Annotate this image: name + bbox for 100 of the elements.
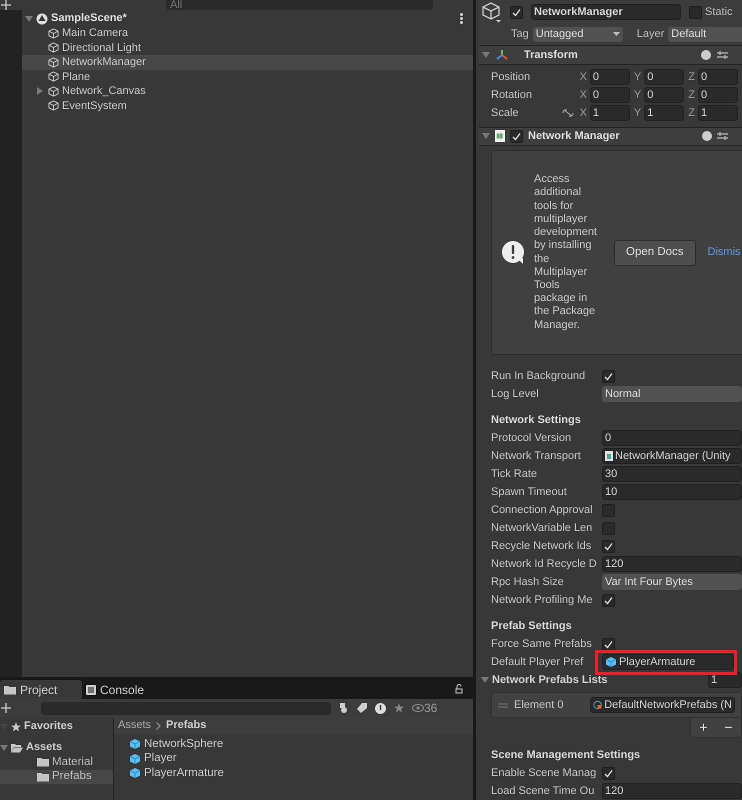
checkbox[interactable] xyxy=(602,594,615,606)
field-label: Rotation xyxy=(491,88,533,103)
scene-icon xyxy=(36,12,48,24)
asset-item[interactable]: PlayerArmature xyxy=(129,766,473,780)
component-header[interactable]: Transform xyxy=(479,46,742,65)
cube-icon xyxy=(48,100,59,112)
checkbox[interactable] xyxy=(510,130,523,143)
hierarchy-item[interactable]: Directional Light xyxy=(22,40,473,55)
foldout-arrow[interactable] xyxy=(481,676,489,684)
dropdown[interactable]: Normal xyxy=(602,386,742,402)
number-field[interactable]: 0 xyxy=(644,68,684,85)
filter-type-icon[interactable] xyxy=(339,703,349,713)
link-icon[interactable] xyxy=(562,108,574,117)
presets-icon[interactable] xyxy=(717,131,728,142)
cube-icon xyxy=(129,752,141,765)
console-icon xyxy=(86,684,96,694)
object-field[interactable]: NetworkManager (Unity xyxy=(602,448,742,464)
script-icon xyxy=(495,130,505,142)
hierarchy-item[interactable]: EventSystem xyxy=(22,98,473,113)
axis-label: Z xyxy=(688,88,695,103)
section-heading: Network Settings xyxy=(491,412,581,428)
folder-icon xyxy=(37,757,49,768)
hierarchy-item[interactable]: Main Camera xyxy=(22,26,473,40)
number-field[interactable]: 0 xyxy=(602,430,742,446)
star-icon xyxy=(11,722,21,732)
add-button[interactable]: + xyxy=(699,717,708,738)
tree-item[interactable]: Material xyxy=(0,755,113,770)
panel-tab[interactable]: Project xyxy=(0,680,82,699)
object-field[interactable]: DefaultNetworkPrefabs (N xyxy=(590,697,735,713)
section-heading: Prefab Settings xyxy=(491,618,572,634)
number-field[interactable]: 1 xyxy=(644,104,684,121)
layer-label: Layer xyxy=(636,26,664,42)
expand-arrow[interactable] xyxy=(25,14,33,22)
cube-icon xyxy=(605,656,617,668)
number-field[interactable]: 30 xyxy=(602,466,742,482)
hierarchy-item[interactable]: NetworkManager xyxy=(22,55,473,70)
asset-item[interactable]: Player xyxy=(129,752,473,766)
foldout-arrow[interactable] xyxy=(482,132,490,140)
number-field[interactable]: 0 xyxy=(644,86,684,103)
checkbox[interactable] xyxy=(602,522,615,534)
tree-item[interactable]: Assets xyxy=(0,740,113,755)
add-icon[interactable] xyxy=(1,0,11,10)
number-field[interactable]: 120 xyxy=(602,783,742,799)
checkbox[interactable] xyxy=(602,540,615,552)
checkbox[interactable] xyxy=(602,638,615,650)
remove-button[interactable]: − xyxy=(724,717,733,738)
tree-item[interactable]: Favorites xyxy=(0,719,113,734)
lock-icon[interactable] xyxy=(455,684,463,694)
number-field[interactable]: 0 xyxy=(590,86,630,103)
drag-handle-icon[interactable] xyxy=(498,702,508,708)
name-field[interactable]: NetworkManager xyxy=(531,4,681,20)
tree-item[interactable]: Prefabs xyxy=(0,770,113,784)
number-field[interactable]: 1 xyxy=(590,104,630,121)
cube-icon xyxy=(129,738,141,750)
breadcrumb[interactable]: Assets xyxy=(118,717,152,734)
checkbox[interactable] xyxy=(602,370,615,382)
axis-label: Y xyxy=(634,70,642,85)
component-header[interactable]: Network Manager xyxy=(479,126,742,146)
star-icon[interactable] xyxy=(394,703,404,713)
field-label: Default Player Pref xyxy=(491,654,584,670)
number-field[interactable]: 1 xyxy=(698,104,738,121)
dismiss-link[interactable]: Dismis xyxy=(708,244,741,261)
number-field[interactable]: 0 xyxy=(698,68,738,85)
tag-dropdown[interactable]: Untagged xyxy=(532,26,623,42)
cube-icon xyxy=(48,86,59,97)
checkbox[interactable] xyxy=(510,6,523,18)
breadcrumb[interactable]: Prefabs xyxy=(166,717,206,734)
axes-icon xyxy=(496,49,508,60)
foldout-arrow[interactable] xyxy=(482,50,490,59)
presets-icon[interactable] xyxy=(717,50,728,60)
hierarchy-item[interactable]: Network_Canvas xyxy=(22,84,473,98)
tag-icon[interactable] xyxy=(357,703,367,713)
layer-dropdown[interactable]: Default xyxy=(668,26,742,42)
element-label: Element 0 xyxy=(514,698,565,713)
object-field[interactable]: PlayerArmature xyxy=(602,654,734,670)
expand-arrow[interactable] xyxy=(36,87,44,96)
script-icon xyxy=(605,451,613,461)
eye-icon[interactable] xyxy=(412,704,424,712)
axis-label: Y xyxy=(634,106,642,121)
add-icon[interactable] xyxy=(1,703,11,713)
axis-label: X xyxy=(580,106,587,121)
caret-icon xyxy=(612,32,620,36)
dropdown[interactable]: Var Int Four Bytes xyxy=(602,574,742,590)
asset-item[interactable]: NetworkSphere xyxy=(129,737,473,752)
hierarchy-item[interactable]: Plane xyxy=(22,70,473,84)
field-label: Position xyxy=(491,70,532,85)
checkbox[interactable] xyxy=(689,6,702,18)
warning-icon[interactable] xyxy=(375,702,386,714)
number-field[interactable]: 0 xyxy=(590,68,630,85)
number-field[interactable]: 0 xyxy=(698,86,738,103)
field-label: Log Level xyxy=(491,386,540,402)
panel-tab[interactable]: Console xyxy=(82,680,164,699)
field-label: Network Id Recycle D xyxy=(491,556,598,572)
checkbox[interactable] xyxy=(602,766,615,780)
number-field[interactable]: 120 xyxy=(602,556,742,572)
number-field[interactable]: 10 xyxy=(602,484,742,500)
open-docs-button[interactable]: Open Docs xyxy=(614,240,696,266)
more-icon[interactable] xyxy=(460,13,463,24)
cube-icon xyxy=(48,56,59,68)
checkbox[interactable] xyxy=(602,504,615,516)
